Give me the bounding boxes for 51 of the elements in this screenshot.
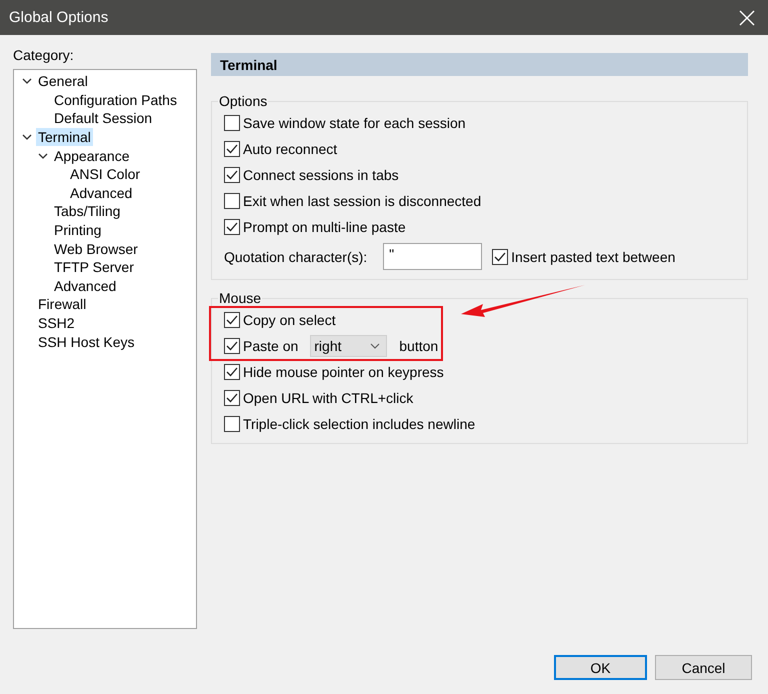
checkbox-label: Auto reconnect bbox=[243, 141, 338, 157]
tree-item[interactable]: ANSI Color bbox=[68, 165, 142, 184]
tree-item[interactable]: SSH2 bbox=[36, 314, 77, 332]
tree-item[interactable]: Terminal bbox=[36, 128, 93, 146]
checkbox[interactable] bbox=[224, 219, 240, 235]
section-header: Terminal bbox=[211, 53, 748, 76]
checkbox[interactable] bbox=[224, 416, 240, 432]
tree-item[interactable]: General bbox=[36, 72, 90, 90]
tree-item[interactable]: Advanced bbox=[52, 276, 118, 295]
checkbox[interactable] bbox=[492, 248, 508, 264]
tree-item[interactable]: Default Session bbox=[52, 109, 154, 128]
suffix-label: button bbox=[399, 338, 438, 354]
checkbox-label: Connect sessions in tabs bbox=[243, 167, 399, 183]
tree-item[interactable]: Appearance bbox=[52, 146, 132, 165]
input-field[interactable]: " bbox=[383, 243, 482, 270]
checkbox-label: Exit when last session is disconnected bbox=[243, 193, 482, 209]
checkbox[interactable] bbox=[224, 364, 240, 380]
chevron-down-icon[interactable] bbox=[22, 132, 32, 142]
checkbox[interactable] bbox=[224, 115, 240, 131]
tree-item[interactable]: TFTP Server bbox=[52, 258, 136, 276]
checkbox-label: Hide mouse pointer on keypress bbox=[243, 364, 444, 380]
dropdown[interactable]: right bbox=[310, 335, 388, 357]
tree-item[interactable]: Configuration Paths bbox=[52, 90, 179, 109]
checkbox[interactable] bbox=[224, 167, 240, 183]
dialog-button[interactable]: Cancel bbox=[655, 655, 752, 680]
chevron-down-icon bbox=[370, 343, 380, 349]
checkbox[interactable] bbox=[224, 193, 240, 209]
close-icon[interactable] bbox=[738, 8, 756, 26]
tree-item[interactable]: Advanced bbox=[68, 184, 134, 202]
checkbox-label: Insert pasted text between bbox=[511, 248, 676, 264]
checkbox[interactable] bbox=[224, 312, 240, 328]
category-label: Category: bbox=[13, 46, 75, 65]
checkbox-label: Save window state for each session bbox=[243, 115, 466, 131]
checkbox-label: Copy on select bbox=[243, 312, 336, 328]
tree-item[interactable]: SSH Host Keys bbox=[36, 332, 136, 351]
checkbox[interactable] bbox=[224, 141, 240, 157]
tree-item[interactable]: Web Browser bbox=[52, 240, 140, 258]
tree-item[interactable]: Printing bbox=[52, 221, 104, 240]
dialog-button[interactable]: OK bbox=[554, 655, 647, 680]
chevron-down-icon[interactable] bbox=[22, 76, 32, 86]
tree-item[interactable]: Tabs/Tiling bbox=[52, 202, 122, 220]
checkbox-label: Open URL with CTRL+click bbox=[243, 390, 414, 406]
checkbox-label: Prompt on multi-line paste bbox=[243, 219, 406, 235]
checkbox-label: Paste on bbox=[243, 338, 298, 354]
chevron-down-icon[interactable] bbox=[38, 150, 48, 161]
field-label: Quotation character(s): bbox=[224, 248, 368, 264]
checkbox[interactable] bbox=[224, 338, 240, 354]
checkbox-label: Triple-click selection includes newline bbox=[243, 416, 476, 432]
window-title: Global Options bbox=[9, 9, 108, 26]
checkbox[interactable] bbox=[224, 390, 240, 406]
tree-item[interactable]: Firewall bbox=[36, 295, 88, 314]
